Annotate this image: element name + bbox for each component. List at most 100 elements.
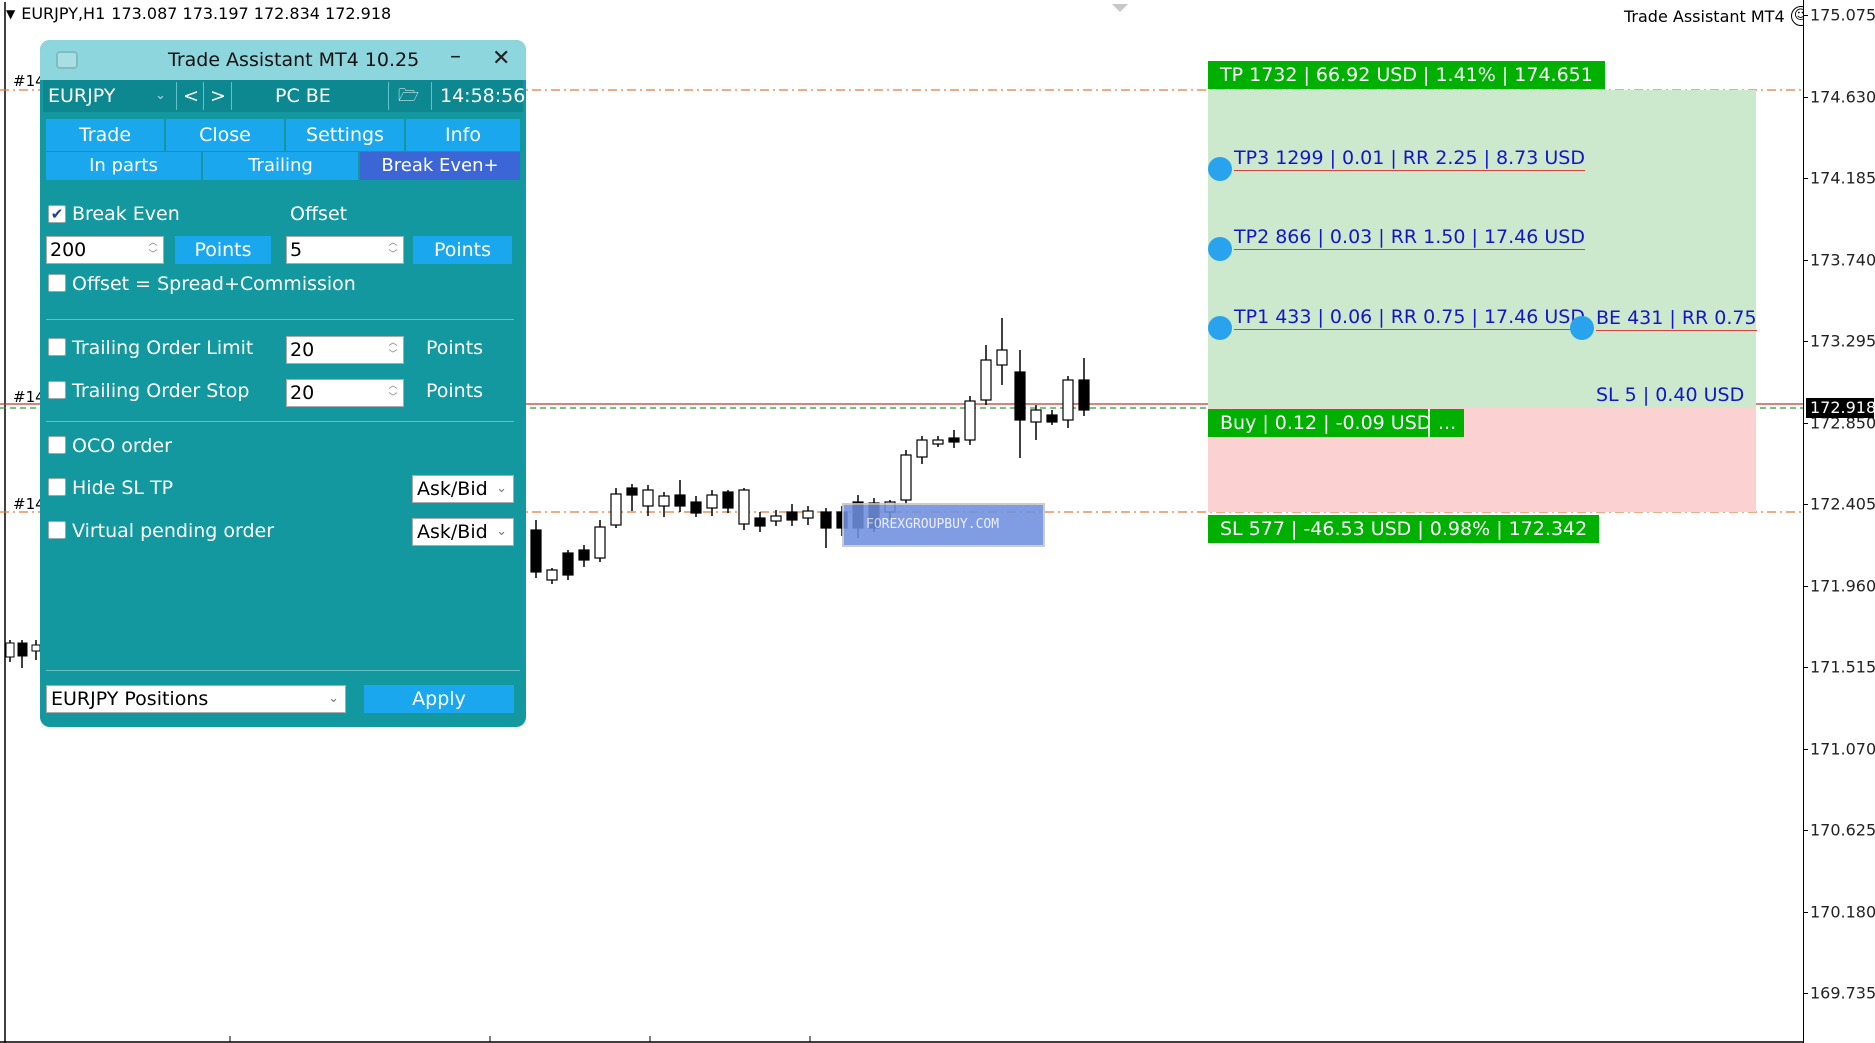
stepper-arrows-icon[interactable]: ︿ ﹀ bbox=[387, 237, 399, 263]
stepper-arrows-icon[interactable]: ︿ ﹀ bbox=[387, 380, 399, 406]
chart-ohlc: 173.087 173.197 172.834 172.918 bbox=[111, 4, 392, 23]
apply-button[interactable]: Apply bbox=[364, 685, 514, 713]
hide-sl-tp-checkbox[interactable] bbox=[48, 478, 66, 496]
trailing-limit-label: Trailing Order Limit bbox=[72, 337, 254, 359]
candle-body bbox=[738, 489, 750, 525]
break-even-label: BE 431 | RR 0.75 bbox=[1596, 307, 1757, 331]
candle-body bbox=[996, 349, 1008, 366]
tp3-handle[interactable] bbox=[1208, 157, 1232, 181]
candle-body bbox=[754, 517, 766, 527]
tp2-handle[interactable] bbox=[1208, 237, 1232, 261]
tab-trade[interactable]: Trade bbox=[46, 119, 164, 151]
candle-body bbox=[948, 437, 960, 443]
trailing-stop-checkbox[interactable] bbox=[48, 381, 66, 399]
order-more-button[interactable]: ... bbox=[1428, 409, 1465, 437]
folder-icon[interactable]: 🗁 bbox=[398, 80, 419, 112]
subtab-in-parts[interactable]: In parts bbox=[46, 152, 201, 180]
candle-body bbox=[916, 439, 928, 458]
trade-assistant-panel: Trade Assistant MT4 10.25 – ✕ EURJPY ⌄ <… bbox=[40, 40, 526, 727]
sl-small-label: SL 5 | 0.40 USD bbox=[1596, 384, 1745, 406]
sl-label[interactable]: SL 577 | -46.53 USD | 0.98% | 172.342 bbox=[1208, 515, 1600, 543]
candle-body bbox=[578, 549, 590, 561]
minimize-icon[interactable]: – bbox=[450, 44, 461, 69]
hide-sl-tp-select[interactable]: Ask/Bid ⌄ bbox=[412, 475, 514, 503]
prev-symbol-button[interactable]: < bbox=[183, 80, 199, 112]
virtual-pending-select-value: Ask/Bid bbox=[417, 521, 488, 543]
price-axis-label: 175.075 bbox=[1810, 5, 1875, 25]
subtab-trailing[interactable]: Trailing bbox=[203, 152, 358, 180]
mode-label[interactable]: PC BE bbox=[275, 80, 331, 112]
panel-titlebar[interactable]: Trade Assistant MT4 10.25 – ✕ bbox=[40, 40, 526, 80]
positions-select[interactable]: EURJPY Positions ⌄ bbox=[46, 685, 346, 713]
break-even-points-input[interactable]: 200 ︿ ﹀ bbox=[46, 236, 164, 264]
next-symbol-button[interactable]: > bbox=[210, 80, 226, 112]
candle-body bbox=[642, 489, 654, 507]
divider bbox=[46, 319, 514, 320]
stepper-arrows-icon[interactable]: ︿ ﹀ bbox=[387, 337, 399, 363]
symbol-select[interactable]: EURJPY bbox=[48, 80, 115, 112]
candle-body bbox=[658, 495, 670, 507]
divider bbox=[46, 670, 520, 671]
tp1-handle[interactable] bbox=[1208, 316, 1232, 340]
break-even-label: Break Even bbox=[72, 203, 180, 225]
offset-label: Offset bbox=[290, 203, 348, 225]
candle-body bbox=[17, 642, 28, 657]
current-price-tag: 172.918 bbox=[1806, 398, 1875, 418]
price-axis-tick bbox=[1804, 422, 1808, 424]
price-axis-tick bbox=[1804, 667, 1808, 668]
chevron-down-icon: ⌄ bbox=[328, 691, 339, 706]
buy-order-label[interactable]: Buy | 0.12 | -0.09 USD bbox=[1208, 409, 1444, 437]
stepper-arrows-icon[interactable]: ︿ ﹀ bbox=[147, 237, 159, 263]
trailing-limit-value: 20 bbox=[290, 339, 315, 361]
candle-body bbox=[1030, 409, 1042, 423]
candle-body bbox=[5, 642, 15, 658]
offset-units-button[interactable]: Points bbox=[413, 236, 512, 264]
tp-label[interactable]: TP 1732 | 66.92 USD | 1.41% | 174.651 bbox=[1208, 61, 1605, 89]
tab-close[interactable]: Close bbox=[166, 119, 284, 151]
candle-body bbox=[674, 494, 686, 507]
trailing-stop-input[interactable]: 20 ︿ ﹀ bbox=[286, 379, 404, 407]
trailing-limit-input[interactable]: 20 ︿ ﹀ bbox=[286, 336, 404, 364]
tp2-label: TP2 866 | 0.03 | RR 1.50 | 17.46 USD bbox=[1234, 226, 1585, 250]
candle-body bbox=[900, 454, 912, 501]
offset-spread-checkbox[interactable] bbox=[48, 274, 66, 292]
expert-label: Trade Assistant MT4 ☺ bbox=[1624, 6, 1811, 26]
price-axis-label: 170.180 bbox=[1810, 902, 1875, 921]
price-axis-label: 173.740 bbox=[1810, 250, 1875, 269]
offset-points-input[interactable]: 5 ︿ ﹀ bbox=[286, 236, 404, 264]
candle-body bbox=[820, 511, 832, 529]
candle-body bbox=[530, 529, 542, 573]
hide-sl-tp-select-value: Ask/Bid bbox=[417, 478, 488, 500]
candle-body bbox=[31, 644, 41, 652]
oco-checkbox[interactable] bbox=[48, 436, 66, 454]
subtab-break-even[interactable]: Break Even+ bbox=[360, 152, 520, 180]
virtual-pending-select[interactable]: Ask/Bid ⌄ bbox=[412, 518, 514, 546]
price-axis-tick bbox=[1804, 178, 1808, 179]
candle-body bbox=[690, 501, 702, 514]
candle-body bbox=[802, 510, 814, 519]
tab-settings[interactable]: Settings bbox=[286, 119, 404, 151]
close-icon[interactable]: ✕ bbox=[492, 46, 510, 71]
tab-info[interactable]: Info bbox=[406, 119, 520, 151]
break-even-points-value: 200 bbox=[50, 239, 87, 261]
chart-header: ▼ EURJPY,H1 173.087 173.197 172.834 172.… bbox=[6, 4, 391, 23]
expert-name: Trade Assistant MT4 bbox=[1624, 6, 1785, 26]
price-axis-label: 171.515 bbox=[1810, 657, 1875, 677]
candle-body bbox=[786, 511, 798, 521]
break-even-units-button[interactable]: Points bbox=[175, 236, 271, 264]
trailing-limit-checkbox[interactable] bbox=[48, 338, 66, 356]
tp1-label: TP1 433 | 0.06 | RR 0.75 | 17.46 USD bbox=[1234, 306, 1585, 330]
price-axis-tick bbox=[1804, 585, 1808, 587]
break-even-handle[interactable] bbox=[1570, 316, 1594, 340]
candle-body bbox=[1062, 379, 1074, 421]
candle-body bbox=[980, 359, 992, 401]
chart-symbol: EURJPY,H1 bbox=[21, 4, 106, 23]
break-even-checkbox[interactable]: ✔ bbox=[48, 205, 66, 223]
price-axis-tick bbox=[1804, 341, 1808, 342]
chart-menu-icon[interactable]: ▼ bbox=[6, 7, 15, 21]
chevron-down-icon: ⌄ bbox=[496, 481, 507, 496]
chevron-down-icon[interactable]: ⌄ bbox=[155, 80, 166, 112]
virtual-pending-checkbox[interactable] bbox=[48, 521, 66, 539]
price-axis[interactable]: 175.075 174.630 174.185 173.740 173.295 172.8… bbox=[1803, 0, 1875, 1043]
price-axis-label: 171.070 bbox=[1810, 739, 1875, 758]
